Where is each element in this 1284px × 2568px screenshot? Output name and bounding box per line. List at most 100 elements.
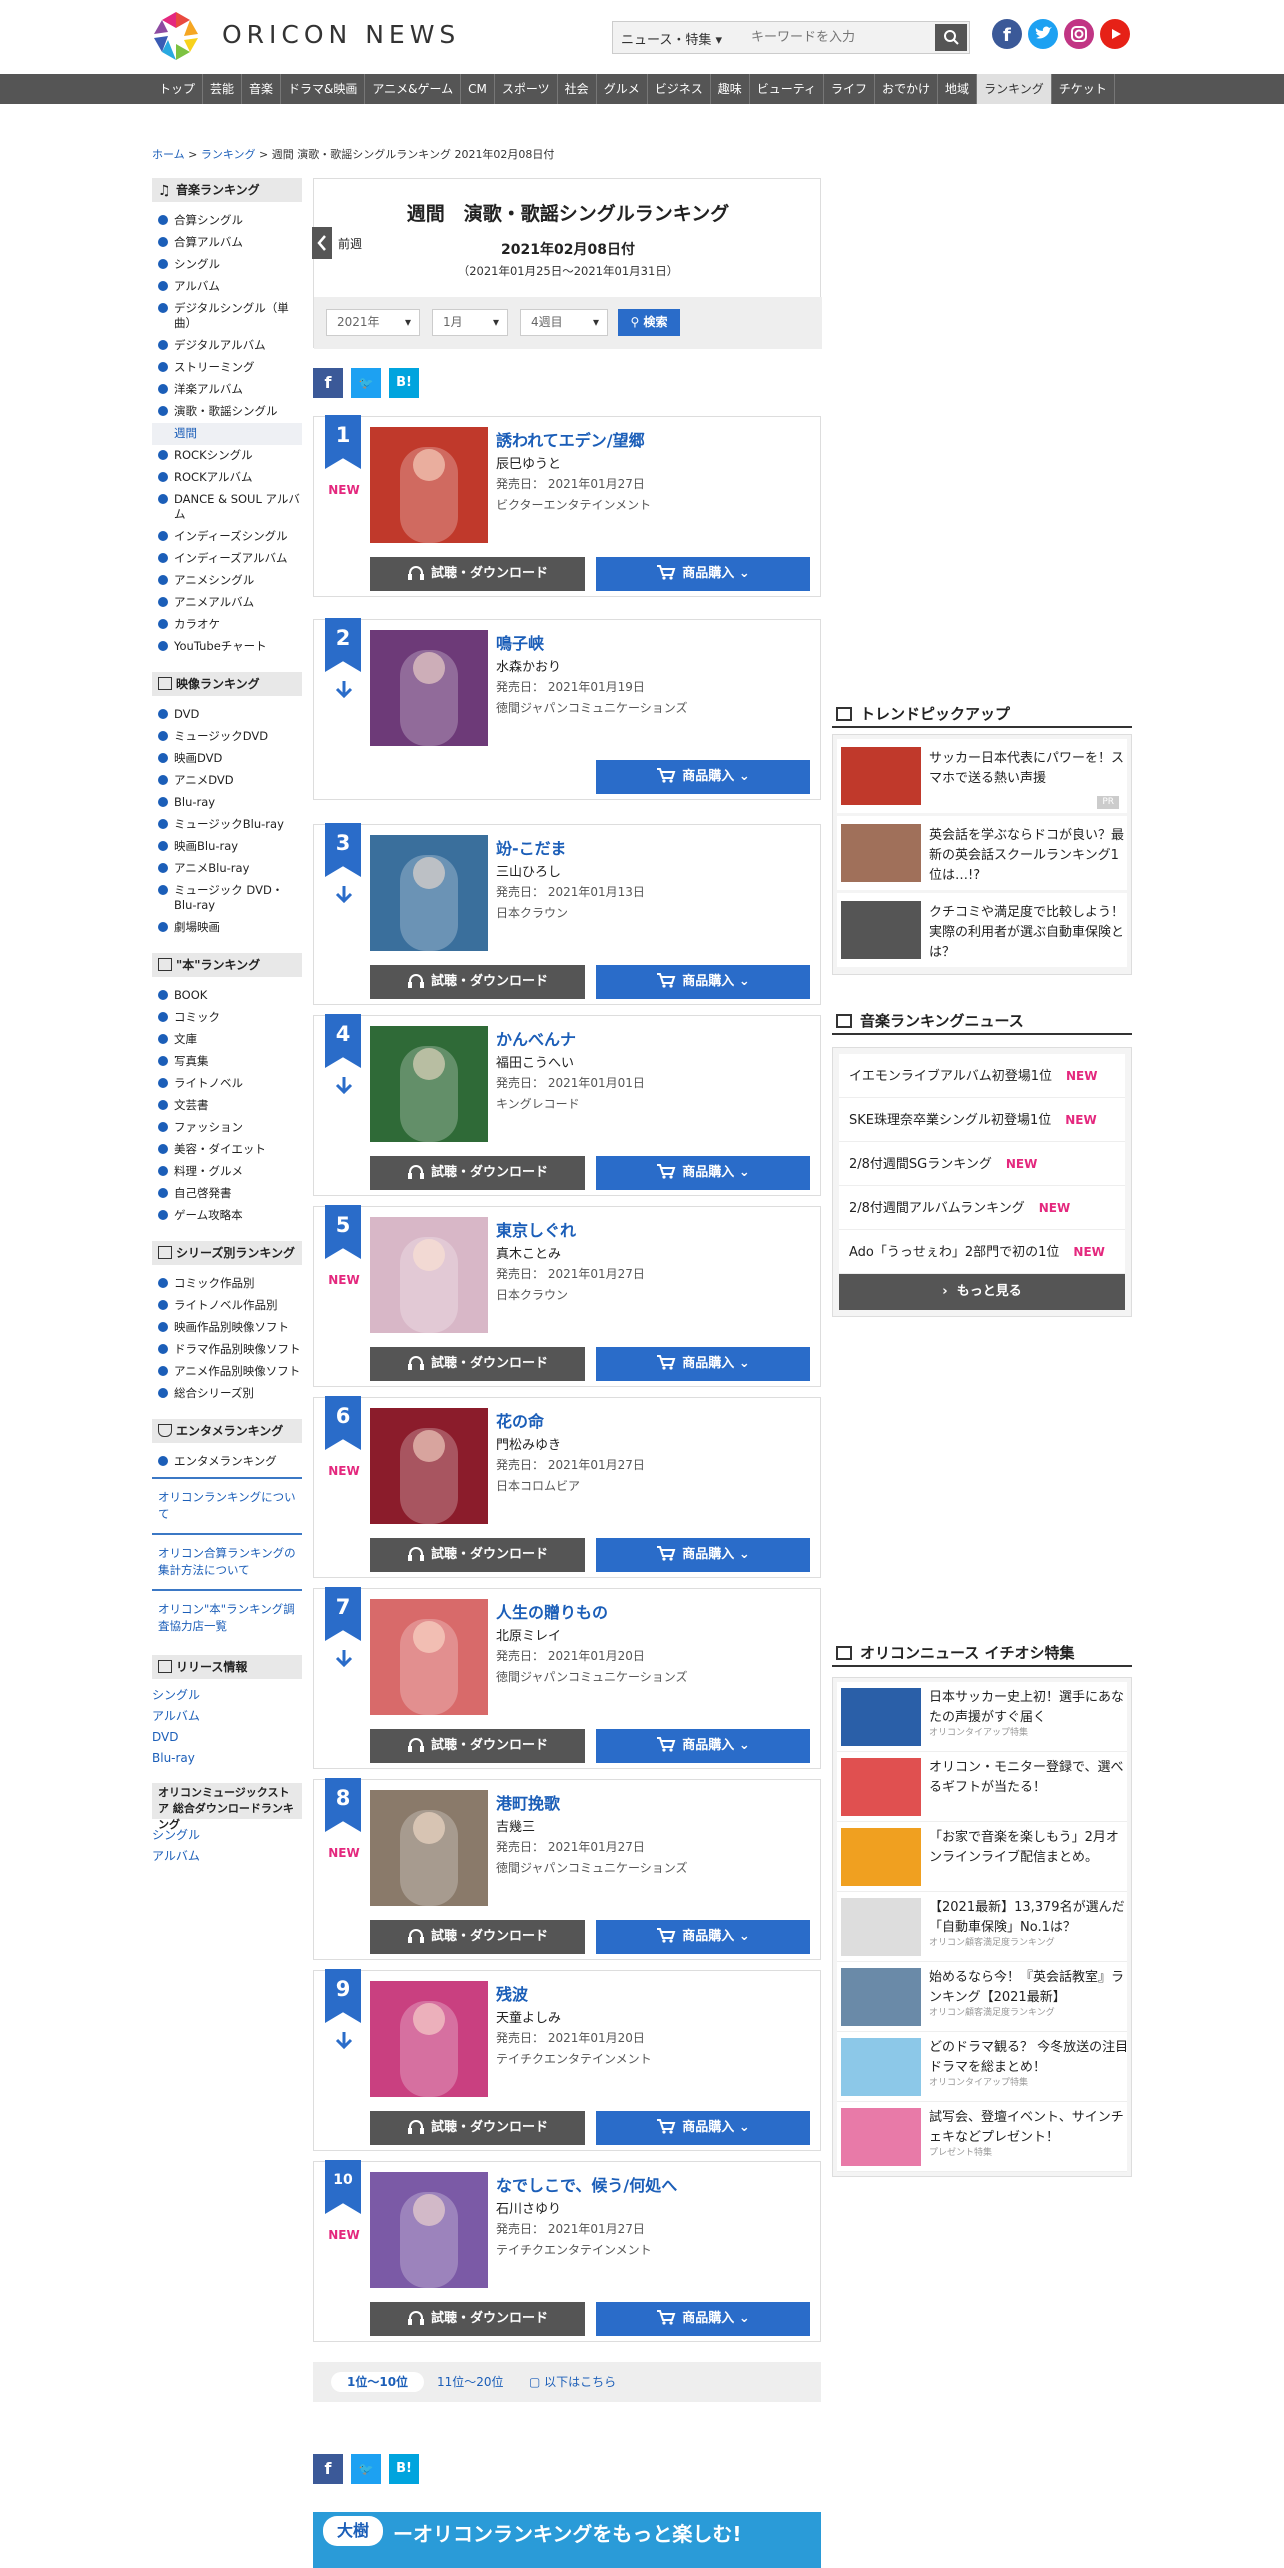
album-cover[interactable]: [370, 1217, 488, 1333]
sidebar-item[interactable]: 劇場映画: [152, 917, 302, 939]
song-title[interactable]: 花の命: [496, 1408, 544, 1432]
sidebar-item[interactable]: BOOK: [152, 985, 302, 1007]
year-select[interactable]: 2021年 ▾: [326, 309, 420, 336]
breadcrumb-ranking[interactable]: ランキング: [201, 148, 256, 161]
buy-button[interactable]: 商品購入 ⌄: [596, 760, 810, 794]
sidebar-link-stores[interactable]: オリコン"本"ランキング調査協力店一覧: [152, 1589, 302, 1645]
album-cover[interactable]: [370, 630, 488, 746]
sidebar-item[interactable]: ライトノベル作品別: [152, 1295, 302, 1317]
sidebar-item[interactable]: 合算シングル: [152, 210, 302, 232]
song-title[interactable]: 竕-こだま: [496, 835, 566, 859]
song-title[interactable]: 鳴子峡: [496, 630, 544, 654]
sidebar-item[interactable]: インディーズシングル: [152, 526, 302, 548]
nav-item[interactable]: ライフ: [824, 74, 876, 104]
listen-download-button[interactable]: 試聴・ダウンロード: [370, 1538, 585, 1572]
song-title[interactable]: かんべんナ: [496, 1026, 576, 1050]
more-button[interactable]: › もっと見る: [839, 1274, 1125, 1310]
nav-item[interactable]: ビジネス: [648, 74, 711, 104]
sidebar-subitem-weekly[interactable]: 週間: [152, 423, 302, 445]
nav-item[interactable]: 音楽: [242, 74, 282, 104]
nav-item[interactable]: 趣味: [711, 74, 750, 104]
listen-download-button[interactable]: 試聴・ダウンロード: [370, 1347, 585, 1381]
song-title[interactable]: 人生の贈りもの: [496, 1599, 608, 1623]
sidebar-item[interactable]: DANCE & SOUL アルバム: [152, 489, 302, 526]
week-select[interactable]: 4週目 ▾: [520, 309, 608, 336]
feature-title[interactable]: 「お家で音楽を楽しもう」2月オンラインライブ配信まとめ。: [929, 1828, 1129, 1868]
feature-item[interactable]: オリコン・モニター登録で、選べるギフトが当たる！: [837, 1752, 1127, 1822]
sidebar-item[interactable]: ゲーム攻略本: [152, 1205, 302, 1227]
nav-item[interactable]: CM: [461, 74, 495, 104]
song-title[interactable]: 残波: [496, 1981, 528, 2005]
buy-button[interactable]: 商品購入 ⌄: [596, 1920, 810, 1954]
filter-search-button[interactable]: ⚲ 検索: [618, 309, 680, 336]
feature-item[interactable]: 「お家で音楽を楽しもう」2月オンラインライブ配信まとめ。: [837, 1822, 1127, 1892]
album-cover[interactable]: [370, 1790, 488, 1906]
music-news-item[interactable]: 2/8付週間SGランキング NEW: [839, 1142, 1125, 1186]
brand-name[interactable]: ORICON NEWS: [222, 20, 460, 49]
news-text[interactable]: 2/8付週間SGランキング: [849, 1157, 992, 1172]
album-cover[interactable]: [370, 1026, 488, 1142]
nav-item[interactable]: トップ: [152, 74, 204, 104]
nav-item[interactable]: 芸能: [203, 74, 243, 104]
buy-button[interactable]: 商品購入 ⌄: [596, 1729, 810, 1763]
news-text[interactable]: 2/8付週間アルバムランキング: [849, 1201, 1025, 1216]
sidebar-item[interactable]: ミュージック DVD・Blu-ray: [152, 880, 302, 917]
sidebar-item[interactable]: アニメシングル: [152, 570, 302, 592]
feature-item[interactable]: 始めるなら今！『英会話教室』ランキング【2021最新】 オリコン顧客満足度ランキン…: [837, 1962, 1127, 2032]
sidebar-item[interactable]: デジタルシングル（単曲）: [152, 298, 302, 335]
sidebar-item[interactable]: アニメBlu-ray: [152, 858, 302, 880]
news-text[interactable]: イエモンライブアルバム初登場1位: [849, 1069, 1052, 1084]
share-facebook-icon[interactable]: f: [313, 2454, 343, 2484]
album-cover[interactable]: [370, 427, 488, 543]
sidebar-item[interactable]: インディーズアルバム: [152, 548, 302, 570]
sidebar-link-about[interactable]: オリコンランキングについて: [152, 1477, 302, 1533]
nav-item[interactable]: チケット: [1052, 74, 1115, 104]
song-title[interactable]: なでしこで、候う/何処へ: [496, 2172, 677, 2196]
nav-item[interactable]: アニメ&ゲーム: [365, 74, 462, 104]
sidebar-release-item[interactable]: アルバム: [152, 1706, 302, 1727]
sidebar-item[interactable]: 映画Blu-ray: [152, 836, 302, 858]
sidebar-item[interactable]: 写真集: [152, 1051, 302, 1073]
sidebar-item[interactable]: コミック: [152, 1007, 302, 1029]
album-cover[interactable]: [370, 1599, 488, 1715]
share-hatena-icon[interactable]: B!: [389, 368, 419, 398]
buy-button[interactable]: 商品購入 ⌄: [596, 1347, 810, 1381]
sidebar-release-item[interactable]: DVD: [152, 1727, 302, 1748]
listen-download-button[interactable]: 試聴・ダウンロード: [370, 2111, 585, 2145]
youtube-icon[interactable]: [1100, 19, 1130, 49]
sidebar-item[interactable]: シングル: [152, 254, 302, 276]
trend-item[interactable]: サッカー日本代表にパワーを！スマホで送る熱い声援 PR: [837, 739, 1127, 813]
album-cover[interactable]: [370, 835, 488, 951]
buy-button[interactable]: 商品購入 ⌄: [596, 965, 810, 999]
oricon-logo-icon[interactable]: [150, 10, 202, 62]
sidebar-link-method[interactable]: オリコン合算ランキングの集計方法について: [152, 1533, 302, 1589]
sidebar-store-item[interactable]: アルバム: [152, 1846, 302, 1867]
feature-title[interactable]: どのドラマ観る？ 今冬放送の注目ドラマを総まとめ！: [929, 2038, 1129, 2078]
nav-item[interactable]: 社会: [558, 74, 597, 104]
trend-item[interactable]: クチコミや満足度で比較しよう！実際の利用者が選ぶ自動車保険とは？: [837, 893, 1127, 967]
news-text[interactable]: Ado「うっせぇわ」2部門で初の1位: [849, 1245, 1059, 1260]
sidebar-item[interactable]: 合算アルバム: [152, 232, 302, 254]
feature-title[interactable]: 日本サッカー史上初！選手にあなたの声援がすぐ届く: [929, 1688, 1129, 1728]
music-news-item[interactable]: SKE珠理奈卒業シングル初登場1位 NEW: [839, 1098, 1125, 1142]
ranking-promo-banner[interactable]: 大樹 ーオリコンランキングをもっと楽しむ!: [313, 2512, 821, 2568]
instagram-icon[interactable]: [1064, 19, 1094, 49]
album-cover[interactable]: [370, 2172, 488, 2288]
sidebar-item[interactable]: エンタメランキング: [152, 1451, 302, 1473]
trend-text[interactable]: サッカー日本代表にパワーを！スマホで送る熱い声援: [929, 749, 1129, 789]
search-button[interactable]: [935, 24, 967, 51]
nav-item[interactable]: グルメ: [597, 74, 648, 104]
trend-text[interactable]: クチコミや満足度で比較しよう！実際の利用者が選ぶ自動車保険とは？: [929, 903, 1129, 963]
buy-button[interactable]: 商品購入 ⌄: [596, 2111, 810, 2145]
sidebar-item[interactable]: 演歌・歌謡シングル: [152, 401, 302, 423]
search-category-select[interactable]: ニュース・特集 ▾: [621, 29, 722, 48]
breadcrumb-home[interactable]: ホーム: [152, 148, 185, 161]
nav-item[interactable]: ビューティ: [750, 74, 825, 104]
song-title[interactable]: 誘われてエデン/望郷: [496, 427, 645, 451]
sidebar-item[interactable]: YouTubeチャート: [152, 636, 302, 658]
album-cover[interactable]: [370, 1981, 488, 2097]
feature-item[interactable]: 【2021最新】13,379名が選んだ「自動車保険」No.1は？ オリコン顧客満足…: [837, 1892, 1127, 1962]
sidebar-item[interactable]: 文芸書: [152, 1095, 302, 1117]
nav-item[interactable]: 地域: [938, 74, 978, 104]
music-news-item[interactable]: イエモンライブアルバム初登場1位 NEW: [839, 1054, 1125, 1098]
